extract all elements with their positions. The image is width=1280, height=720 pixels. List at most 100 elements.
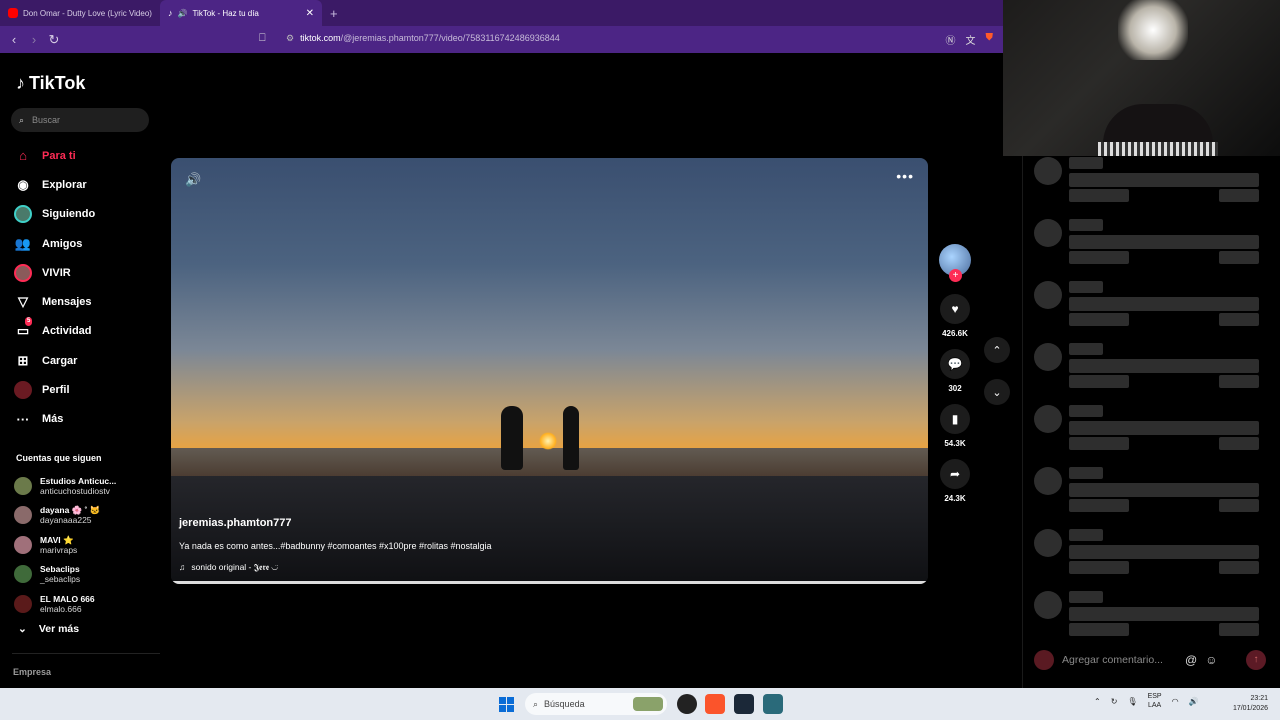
- more-options-icon[interactable]: •••: [896, 168, 914, 184]
- bookmark-icon[interactable]: ⎕: [259, 32, 266, 45]
- url-field[interactable]: ⚙ tiktok.com/@jeremias.phamton777/video/…: [286, 33, 560, 44]
- search-input[interactable]: ⌕ Buscar: [11, 108, 149, 132]
- skeleton-block: [1034, 529, 1062, 557]
- video-progress-bar[interactable]: [171, 581, 928, 584]
- skeleton-block: [1069, 467, 1103, 479]
- progress-fill: [171, 581, 928, 584]
- previous-video-button[interactable]: ⌃: [984, 337, 1010, 363]
- system-tray: ⌃ ↻ 🎙 ESP LAA ◠ 🔊: [1094, 692, 1199, 710]
- wifi-icon[interactable]: ◠: [1172, 697, 1179, 706]
- account-username: elmalo.666: [40, 603, 82, 614]
- comment-count: 302: [948, 384, 962, 393]
- site-info-icon[interactable]: ⚙: [286, 33, 294, 44]
- nav-label: Para ti: [42, 149, 76, 162]
- comment-skeleton-row: [1034, 343, 1264, 393]
- comment-input[interactable]: Agregar comentario...: [1062, 654, 1177, 666]
- taskbar-search[interactable]: ⌕ Búsqueda: [525, 693, 667, 715]
- share-button[interactable]: ➦ 24.3K: [937, 459, 973, 503]
- send-comment-button[interactable]: ↑: [1246, 650, 1266, 670]
- close-tab-icon[interactable]: ✕: [306, 8, 314, 19]
- nav-item-siguiendo[interactable]: Siguiendo: [14, 200, 154, 229]
- like-button[interactable]: ♥ 426.6K: [937, 294, 973, 338]
- video-player[interactable]: 🔊 ••• jeremias.phamton777 Ya nada es com…: [171, 158, 928, 584]
- comment-skeleton-row: [1034, 591, 1264, 641]
- nav-item-mensajes[interactable]: ▽ Mensajes: [14, 287, 154, 316]
- next-video-button[interactable]: ⌄: [984, 379, 1010, 405]
- nav-item-perfil[interactable]: Perfil: [14, 375, 154, 404]
- video-username[interactable]: jeremias.phamton777: [179, 517, 292, 529]
- account-name: EL MALO 666: [40, 593, 95, 604]
- silhouette-left: [501, 406, 523, 470]
- comment-skeleton-row: [1034, 281, 1264, 331]
- creator-avatar[interactable]: +: [939, 244, 971, 282]
- chevron-up-icon[interactable]: ⌃: [1094, 697, 1101, 706]
- following-account[interactable]: dayana 🌸 ˚ 🐱 dayanaaa225: [14, 501, 154, 531]
- skeleton-block: [1034, 343, 1062, 371]
- video-actions: + ♥ 426.6K 💬 302 ▮ 54.3K ➦ 24.3K: [937, 244, 973, 503]
- follow-plus-icon[interactable]: +: [949, 269, 962, 282]
- following-account[interactable]: Sebaclips _sebaclips: [14, 560, 154, 590]
- see-more-label: Ver más: [38, 623, 80, 635]
- heart-icon: ♥: [940, 294, 970, 324]
- nav-label: Explorar: [42, 178, 87, 191]
- emoji-icon[interactable]: ☺: [1205, 653, 1217, 667]
- volume-icon[interactable]: 🔊: [185, 172, 201, 188]
- language-indicator[interactable]: ESP LAA: [1148, 692, 1162, 710]
- skeleton-block: [1034, 219, 1062, 247]
- microphone-icon[interactable]: 🎙: [1127, 697, 1137, 706]
- clock-time: 23:21: [1250, 695, 1268, 702]
- nav-item-actividad[interactable]: ▭ 5 Actividad: [14, 317, 154, 346]
- nav-item-vivir[interactable]: VIVIR: [14, 258, 154, 287]
- nav-item-explorar[interactable]: ◉ Explorar: [14, 170, 154, 199]
- nav-item-para-ti[interactable]: ⌂ Para ti: [14, 141, 154, 170]
- volume-icon[interactable]: 🔊: [1189, 697, 1199, 706]
- mention-icon[interactable]: @: [1185, 653, 1197, 667]
- obs-app-icon[interactable]: [677, 694, 697, 714]
- windows-taskbar: ⌕ Búsqueda ⌃ ↻ 🎙 ESP LAA ◠ 🔊 23:21 17/01/…: [0, 688, 1280, 720]
- following-avatar-icon: [14, 205, 32, 224]
- account-name: Estudios Anticuc...: [40, 475, 117, 486]
- nav-item-amigos[interactable]: 👥 Amigos: [14, 229, 154, 258]
- activity-badge: 5: [25, 317, 33, 327]
- video-sound[interactable]: ♫ sonido original - 𝕵𝖊𝖗𝖊 ◡̈: [179, 562, 278, 573]
- steam-app-icon[interactable]: [734, 694, 754, 714]
- tab-youtube[interactable]: Don Omar - Dutty Love (Lyric Video): [0, 0, 160, 26]
- clock[interactable]: 23:21 17/01/2026: [1233, 694, 1268, 714]
- empresa-link[interactable]: Empresa: [13, 667, 51, 677]
- skeleton-block: [1034, 281, 1062, 309]
- tiktok-logo[interactable]: ♪ TikTok: [16, 73, 85, 94]
- following-account[interactable]: MAVI ⭐ marivraps: [14, 530, 154, 560]
- skeleton-block: [1069, 189, 1129, 202]
- nav-item-mas[interactable]: ··· Más: [14, 405, 154, 434]
- following-account[interactable]: Estudios Anticuc... anticuchostudiostv: [14, 471, 154, 501]
- avatar: [14, 565, 32, 584]
- skeleton-block: [1069, 297, 1259, 311]
- account-name: Sebaclips: [40, 564, 80, 575]
- nav-label: Actividad: [42, 325, 92, 338]
- user-avatar: [1034, 650, 1054, 670]
- save-button[interactable]: ▮ 54.3K: [937, 404, 973, 448]
- reader-mode-icon[interactable]: Ⓝ: [946, 32, 956, 47]
- speaker-icon: 🔊: [177, 8, 188, 18]
- following-account[interactable]: EL MALO 666 elmalo.666: [14, 589, 154, 619]
- forward-button[interactable]: ›: [24, 32, 44, 47]
- new-tab-button[interactable]: +: [330, 6, 338, 21]
- nav-label: Más: [42, 413, 64, 426]
- sync-icon[interactable]: ↻: [1111, 697, 1118, 706]
- back-button[interactable]: ‹: [4, 32, 24, 47]
- brave-shield-icon[interactable]: ⛊: [986, 32, 994, 47]
- game-app-icon[interactable]: [763, 694, 783, 714]
- comment-button[interactable]: 💬 302: [937, 349, 973, 393]
- nav-item-cargar[interactable]: ⊞ Cargar: [14, 346, 154, 375]
- skeleton-block: [1069, 545, 1259, 559]
- see-more-button[interactable]: ⌄ Ver más: [18, 623, 79, 635]
- translate-icon[interactable]: 文: [966, 32, 976, 47]
- windows-start-icon[interactable]: [499, 697, 514, 712]
- skeleton-block: [1219, 189, 1259, 202]
- account-username: anticuchostudiostv: [40, 485, 110, 496]
- nav-label: VIVIR: [42, 266, 71, 279]
- brave-app-icon[interactable]: [705, 694, 725, 714]
- avatar: [14, 594, 32, 613]
- tab-tiktok[interactable]: ♪ 🔊 TikTok - Haz tu día ✕: [160, 0, 322, 26]
- reload-button[interactable]: ↻: [44, 32, 64, 48]
